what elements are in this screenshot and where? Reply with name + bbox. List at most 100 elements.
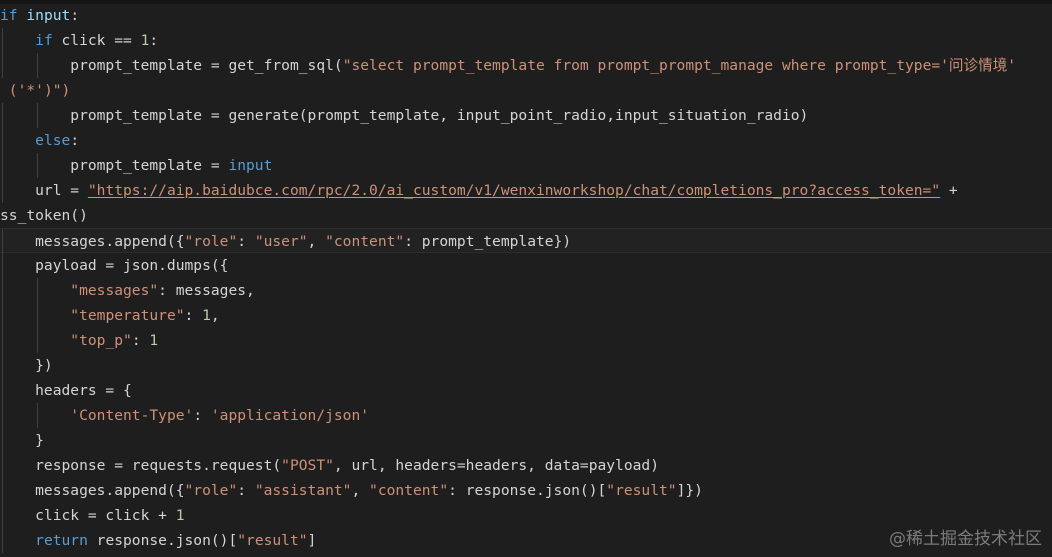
code-token: "top_p" [70, 332, 132, 349]
code-token: "result" [237, 532, 308, 549]
code-token: "temperature" [70, 307, 185, 324]
code-token: , [307, 233, 326, 250]
code-line[interactable]: if input: [0, 3, 1052, 28]
code-token: 'application/json' [210, 407, 370, 424]
code-token: : response.json()[ [448, 482, 607, 499]
code-editor[interactable]: if input: if click == 1: prompt_template… [0, 3, 1052, 553]
code-token: ( [333, 57, 343, 74]
code-text: prompt_template = input [0, 157, 272, 174]
code-token: "result" [606, 482, 677, 499]
code-token: if [0, 7, 18, 24]
code-token: + [940, 182, 958, 199]
code-token: messages.append({ [0, 233, 185, 250]
code-token: "POST" [281, 457, 334, 474]
code-line[interactable]: response = requests.request("POST", url,… [0, 453, 1052, 478]
code-token: : messages, [158, 282, 255, 299]
code-line[interactable]: ss_token() [0, 203, 1052, 228]
code-line[interactable]: if click == 1: [0, 28, 1052, 53]
code-token: : [131, 332, 150, 349]
code-token: }) [0, 357, 53, 374]
code-line[interactable]: headers = { [0, 378, 1052, 403]
code-token: prompt_template = [0, 57, 229, 74]
code-line[interactable]: payload = json.dumps({ [0, 253, 1052, 278]
code-token: "content" [325, 233, 405, 250]
code-text: }) [0, 357, 53, 374]
code-token: 'Content-Type' [70, 407, 194, 424]
code-token: ") [52, 82, 71, 99]
code-line[interactable]: "messages": messages, [0, 278, 1052, 303]
code-line[interactable]: messages.append({"role": "assistant", "c… [0, 478, 1052, 503]
code-token: : [237, 482, 255, 499]
code-token: } [0, 432, 44, 449]
code-token: 1 [202, 307, 211, 324]
code-token: headers = { [0, 382, 132, 399]
code-token: "assistant" [254, 482, 352, 499]
code-token: "user" [254, 233, 308, 250]
code-token: else [35, 132, 71, 149]
code-token: ] [307, 532, 317, 549]
code-line[interactable]: url = "https://aip.baidubce.com/rpc/2.0/… [0, 178, 1052, 203]
code-token: get_from_sql [228, 57, 334, 74]
code-line[interactable]: "top_p": 1 [0, 328, 1052, 353]
watermark: @稀土掘金技术社区 [889, 529, 1042, 549]
code-text: if click == 1: [0, 32, 158, 49]
code-line[interactable]: } [0, 428, 1052, 453]
code-token: , url, headers=headers, data=payload) [333, 457, 659, 474]
code-token: prompt_template = [0, 157, 229, 174]
code-token: return [35, 532, 88, 549]
code-token: if [35, 32, 53, 49]
code-text: } [0, 432, 44, 449]
code-text: messages.append({"role": "user", "conten… [0, 233, 571, 250]
code-token: response.json()[ [87, 532, 238, 549]
code-text: payload = json.dumps({ [0, 257, 228, 274]
code-token: prompt_template = generate(prompt_templa… [0, 107, 809, 124]
code-text: headers = { [0, 382, 132, 399]
code-line[interactable]: messages.append({"role": "user", "conten… [0, 228, 1052, 254]
code-token: input [26, 7, 71, 24]
code-text: ss_token() [0, 207, 88, 224]
code-text: if input: [0, 7, 79, 24]
code-token: input [228, 157, 273, 174]
code-text: response = requests.request("POST", url,… [0, 457, 659, 474]
code-text: click = click + 1 [0, 507, 185, 524]
code-line[interactable]: }) [0, 353, 1052, 378]
code-line[interactable]: prompt_template = get_from_sql("select p… [0, 53, 1052, 78]
code-token: ('*') [8, 82, 53, 99]
code-text: "top_p": 1 [0, 332, 158, 349]
code-token: ss_token() [0, 207, 88, 224]
code-line[interactable]: "temperature": 1, [0, 303, 1052, 328]
code-line[interactable]: prompt_template = input [0, 153, 1052, 178]
code-token: "https://aip.baidubce.com/rpc/2.0/ai_cus… [87, 182, 941, 199]
code-token: , [210, 307, 220, 324]
code-token: "role" [184, 233, 238, 250]
code-token: click = click + [0, 507, 176, 524]
code-text: messages.append({"role": "assistant", "c… [0, 482, 703, 499]
code-token: : prompt_template}) [404, 233, 572, 250]
code-token: : [149, 32, 159, 49]
code-token: ]}) [676, 482, 703, 499]
code-text: url = "https://aip.baidubce.com/rpc/2.0/… [0, 182, 958, 199]
code-text: "temperature": 1, [0, 307, 220, 324]
code-token: : [184, 307, 203, 324]
code-token: : [70, 132, 80, 149]
code-token: , [351, 482, 370, 499]
code-line[interactable]: else: [0, 128, 1052, 153]
code-token: payload = json.dumps({ [0, 257, 229, 274]
code-line[interactable]: prompt_template = generate(prompt_templa… [0, 103, 1052, 128]
code-token: 1 [175, 507, 185, 524]
code-text: prompt_template = generate(prompt_templa… [0, 107, 808, 124]
code-text: else: [0, 132, 79, 149]
code-line[interactable]: ('*')") [0, 78, 1052, 103]
code-line[interactable]: 'Content-Type': 'application/json' [0, 403, 1052, 428]
code-text: prompt_template = get_from_sql("select p… [0, 57, 1016, 74]
code-token: "select prompt_template from prompt_prom… [342, 57, 1017, 74]
code-token: click == [52, 32, 141, 49]
code-token: : [70, 7, 80, 24]
code-token: "content" [369, 482, 449, 499]
